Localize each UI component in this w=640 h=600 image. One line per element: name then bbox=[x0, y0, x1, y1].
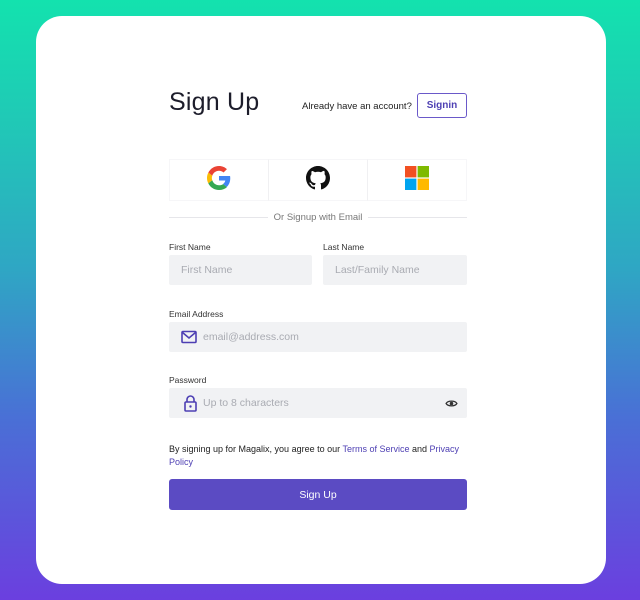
github-icon bbox=[306, 165, 330, 195]
have-account-text: Already have an account? bbox=[302, 101, 412, 112]
first-name-label: First Name bbox=[169, 242, 211, 252]
signup-card: Sign Up Already have an account? Signin bbox=[36, 16, 606, 584]
lock-icon bbox=[183, 394, 197, 412]
divider-line-left bbox=[169, 217, 268, 218]
email-divider: Or Signup with Email bbox=[169, 212, 468, 223]
mail-icon bbox=[181, 329, 197, 345]
signin-button[interactable]: Signin bbox=[417, 93, 467, 118]
email-input[interactable] bbox=[169, 322, 467, 352]
page-title: Sign Up bbox=[169, 88, 260, 116]
terms-text: By signing up for Magalix, you agree to … bbox=[169, 443, 467, 469]
social-signup-row bbox=[169, 159, 467, 201]
divider-line-right bbox=[368, 217, 468, 218]
email-label: Email Address bbox=[169, 309, 224, 319]
google-signup-button[interactable] bbox=[169, 159, 268, 201]
terms-of-service-link[interactable]: Terms of Service bbox=[342, 444, 409, 454]
github-signup-button[interactable] bbox=[268, 159, 367, 201]
google-icon bbox=[207, 165, 231, 195]
last-name-label: Last Name bbox=[323, 242, 365, 252]
divider-text: Or Signup with Email bbox=[273, 212, 363, 223]
last-name-input[interactable] bbox=[323, 255, 467, 285]
first-name-input[interactable] bbox=[169, 255, 312, 285]
terms-prefix: By signing up for Magalix, you agree to … bbox=[169, 444, 341, 454]
terms-and: and bbox=[412, 444, 428, 454]
signup-button[interactable]: Sign Up bbox=[169, 479, 467, 510]
microsoft-signup-button[interactable] bbox=[367, 159, 467, 201]
password-input[interactable] bbox=[169, 388, 467, 418]
password-label: Password bbox=[169, 375, 207, 385]
microsoft-icon bbox=[405, 165, 429, 195]
eye-icon[interactable] bbox=[443, 396, 459, 410]
